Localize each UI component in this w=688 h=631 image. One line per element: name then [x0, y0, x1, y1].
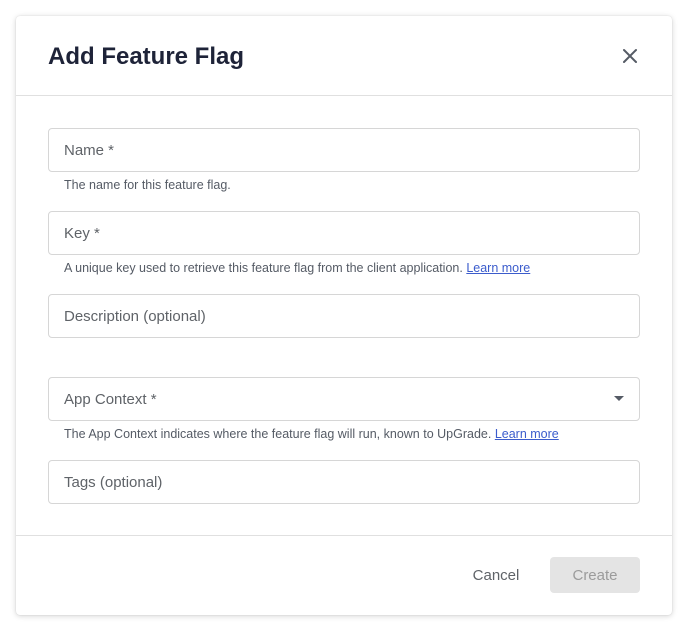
dialog-header: Add Feature Flag [16, 16, 672, 96]
name-field-placeholder: Name * [64, 142, 115, 159]
app-context-hint-text: The App Context indicates where the feat… [64, 427, 492, 441]
key-hint-text: A unique key used to retrieve this featu… [64, 261, 463, 275]
tags-field-placeholder: Tags (optional) [64, 474, 163, 491]
chevron-down-icon [614, 396, 624, 401]
app-context-learn-more-link[interactable]: Learn more [495, 427, 559, 441]
close-icon [623, 49, 637, 63]
key-field-placeholder: Key * [64, 225, 100, 242]
add-feature-flag-dialog: Add Feature Flag Name * The name for thi… [16, 16, 672, 615]
dialog-title: Add Feature Flag [48, 43, 245, 70]
dialog-footer: Cancel Create [16, 535, 672, 615]
cancel-button[interactable]: Cancel [460, 557, 532, 593]
name-field[interactable]: Name * [48, 128, 640, 172]
key-hint: A unique key used to retrieve this featu… [64, 260, 530, 276]
app-context-hint: The App Context indicates where the feat… [64, 426, 559, 442]
key-field[interactable]: Key * [48, 211, 640, 255]
description-field-placeholder: Description (optional) [64, 308, 206, 325]
app-context-placeholder: App Context * [64, 391, 157, 408]
app-context-select[interactable]: App Context * [48, 377, 640, 421]
name-hint: The name for this feature flag. [64, 177, 231, 193]
close-button[interactable] [618, 44, 642, 68]
tags-field[interactable]: Tags (optional) [48, 460, 640, 504]
create-button[interactable]: Create [550, 557, 640, 593]
name-hint-text: The name for this feature flag. [64, 178, 231, 192]
description-field[interactable]: Description (optional) [48, 294, 640, 338]
key-learn-more-link[interactable]: Learn more [466, 261, 530, 275]
